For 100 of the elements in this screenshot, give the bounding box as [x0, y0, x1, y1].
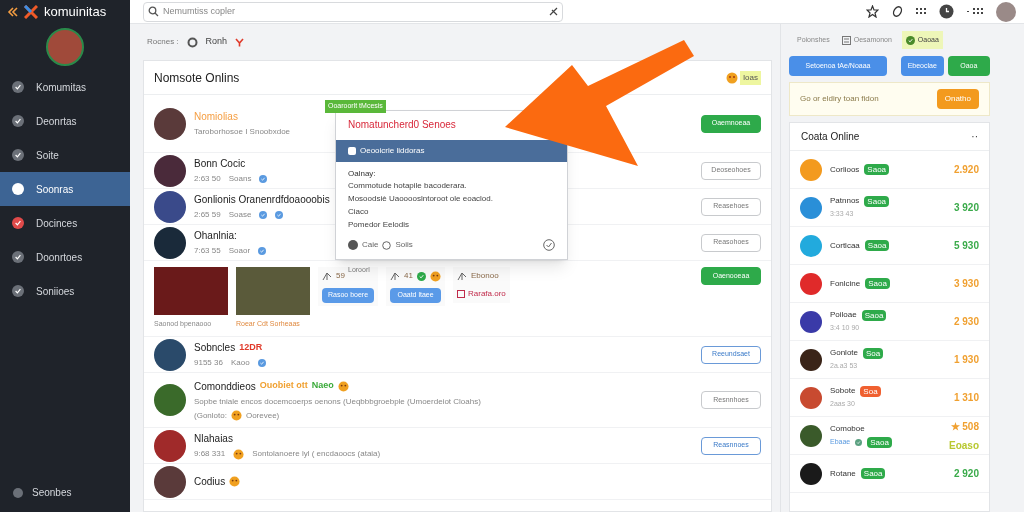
search-input[interactable]: Nemumtiss copler: [163, 4, 545, 19]
filter-label: Rocnes :: [147, 36, 179, 48]
sidebar-item[interactable]: Docinces: [0, 206, 130, 240]
logo-text: komuinitas: [44, 3, 107, 22]
emoji-icon: [725, 71, 738, 84]
status-text: Naeo: [311, 379, 334, 393]
link[interactable]: Rarafa.oro: [468, 288, 506, 300]
user-name[interactable]: Gonlote: [830, 347, 859, 360]
share-icon[interactable]: [457, 271, 467, 281]
user-name[interactable]: Comoboe: [830, 423, 865, 435]
nav-icon: [12, 183, 24, 195]
nav-icon: [12, 81, 24, 93]
status-tag: Soa: [860, 385, 881, 397]
filter-icon[interactable]: [235, 37, 245, 47]
meta-text: (Gonloto:: [194, 409, 227, 422]
popup-action[interactable]: Caie: [362, 239, 379, 251]
sidebar-footer-link[interactable]: Seonbes: [32, 485, 72, 500]
circle-icon: [348, 240, 358, 250]
avatar-placeholder: [800, 424, 822, 447]
back-icon[interactable]: [6, 6, 18, 18]
check-icon[interactable]: [543, 239, 555, 251]
avatar-placeholder: [154, 107, 186, 140]
popup-text: Commotude hotapile bacoderara.: [348, 180, 468, 192]
emoji-icon: [430, 270, 441, 282]
share-icon[interactable]: [390, 271, 401, 281]
status-tag: Saoa: [867, 437, 892, 448]
user-name[interactable]: Rotane: [830, 467, 856, 480]
grid-icon[interactable]: [916, 8, 926, 15]
avatar-placeholder: [800, 234, 822, 257]
value-text: 2 920: [953, 467, 979, 481]
value-text: 3 930: [953, 277, 979, 291]
user-name[interactable]: Gonlionis Oranenrdfdoaooobis: [194, 192, 330, 207]
emoji-icon: [230, 410, 242, 421]
count-text: 59: [336, 270, 345, 282]
sidebar-item[interactable]: Soonras: [0, 172, 130, 206]
link-icon: [457, 290, 465, 298]
meta-text: Taroborhosoe I Snoobxdoe: [194, 126, 291, 138]
user-name[interactable]: Sobote: [830, 385, 856, 398]
apps-icon[interactable]: [967, 8, 983, 15]
avatar-placeholder: [800, 196, 822, 219]
meta-text: Soaor: [228, 245, 251, 257]
status-tag: Saoa: [865, 278, 890, 289]
user-name[interactable]: Sobncles: [194, 340, 236, 355]
clock-icon[interactable]: [939, 4, 954, 19]
share-icon[interactable]: [322, 271, 332, 281]
meta-text: 7:63 55: [194, 245, 221, 257]
sidebar-item[interactable]: Soniioes: [0, 274, 130, 308]
user-name[interactable]: Comonddieos: [194, 378, 256, 394]
settings-icon: [12, 486, 24, 499]
status-icon: [417, 271, 426, 281]
avatar-placeholder: [800, 310, 822, 333]
user-name[interactable]: Poiloae: [830, 309, 857, 322]
value-text: ★ 508: [950, 419, 979, 434]
meta-text: 2:63 50: [194, 173, 221, 185]
more-menu[interactable]: ··: [971, 129, 978, 144]
popup-title: Nomatuncherd0 Senoes: [347, 118, 457, 132]
user-name[interactable]: Codius: [194, 474, 226, 489]
popup-text: Mosoodsiè Uaooooslntoroot ole eoaclod.: [348, 193, 494, 205]
filter-option[interactable]: Ronh: [205, 35, 228, 49]
avatar-placeholder: [154, 338, 186, 371]
logo-icon: [24, 5, 38, 19]
status-tag: Saoa: [860, 468, 886, 479]
highlighted-item[interactable]: Oeooicrie liddoras: [336, 140, 567, 162]
avatar-placeholder: [154, 384, 186, 416]
star-icon[interactable]: [866, 5, 879, 18]
card-title: Coata Online: [801, 130, 860, 144]
status-tag: Saoa: [864, 240, 890, 251]
meta-text: Soase: [228, 209, 252, 221]
avatar-placeholder: [154, 429, 186, 462]
sidebar-item[interactable]: Deonrtas: [0, 104, 130, 138]
user-name[interactable]: Bonn Cocic: [194, 156, 246, 171]
search-field[interactable]: Nemumtiss copler: [143, 1, 563, 22]
value-text: 5 930: [953, 239, 979, 253]
nav-icon: [12, 251, 24, 263]
user-name[interactable]: Fonlcine: [830, 277, 861, 290]
sidebar-item[interactable]: Doonrtoes: [0, 240, 130, 274]
user-name[interactable]: Ohanlnia:: [194, 228, 237, 243]
link-icon[interactable]: [892, 5, 903, 18]
user-name[interactable]: Nlahaias: [194, 431, 233, 446]
meta-text: 2:65 59: [194, 209, 221, 221]
sidebar-item[interactable]: Soite: [0, 138, 130, 172]
verified-icon: [275, 211, 284, 219]
value-text: 2 930: [953, 315, 979, 329]
user-name[interactable]: Corlioos: [830, 163, 860, 176]
status-tag: Saoa: [864, 164, 890, 175]
popup-action[interactable]: Soiis: [395, 239, 413, 251]
user-name[interactable]: Patnnos: [830, 195, 860, 208]
avatar-placeholder[interactable]: [996, 1, 1016, 22]
emoji-icon: [233, 448, 245, 460]
user-name[interactable]: Cortlcaa: [830, 239, 860, 252]
meta-text: Sontolanoere lyl ( encdaoocs (ataia): [252, 448, 381, 460]
sidebar-item[interactable]: Komumitas: [0, 70, 130, 104]
avatar-placeholder: [154, 190, 186, 223]
emoji-icon: [229, 476, 241, 487]
meta-text: 9155 36: [194, 357, 223, 369]
meta-text: Soans: [228, 173, 252, 185]
nav-icon: [12, 285, 24, 297]
nav-icon: [12, 115, 24, 127]
meta-text: 9:68 331: [194, 448, 226, 460]
close-icon[interactable]: [549, 7, 558, 16]
